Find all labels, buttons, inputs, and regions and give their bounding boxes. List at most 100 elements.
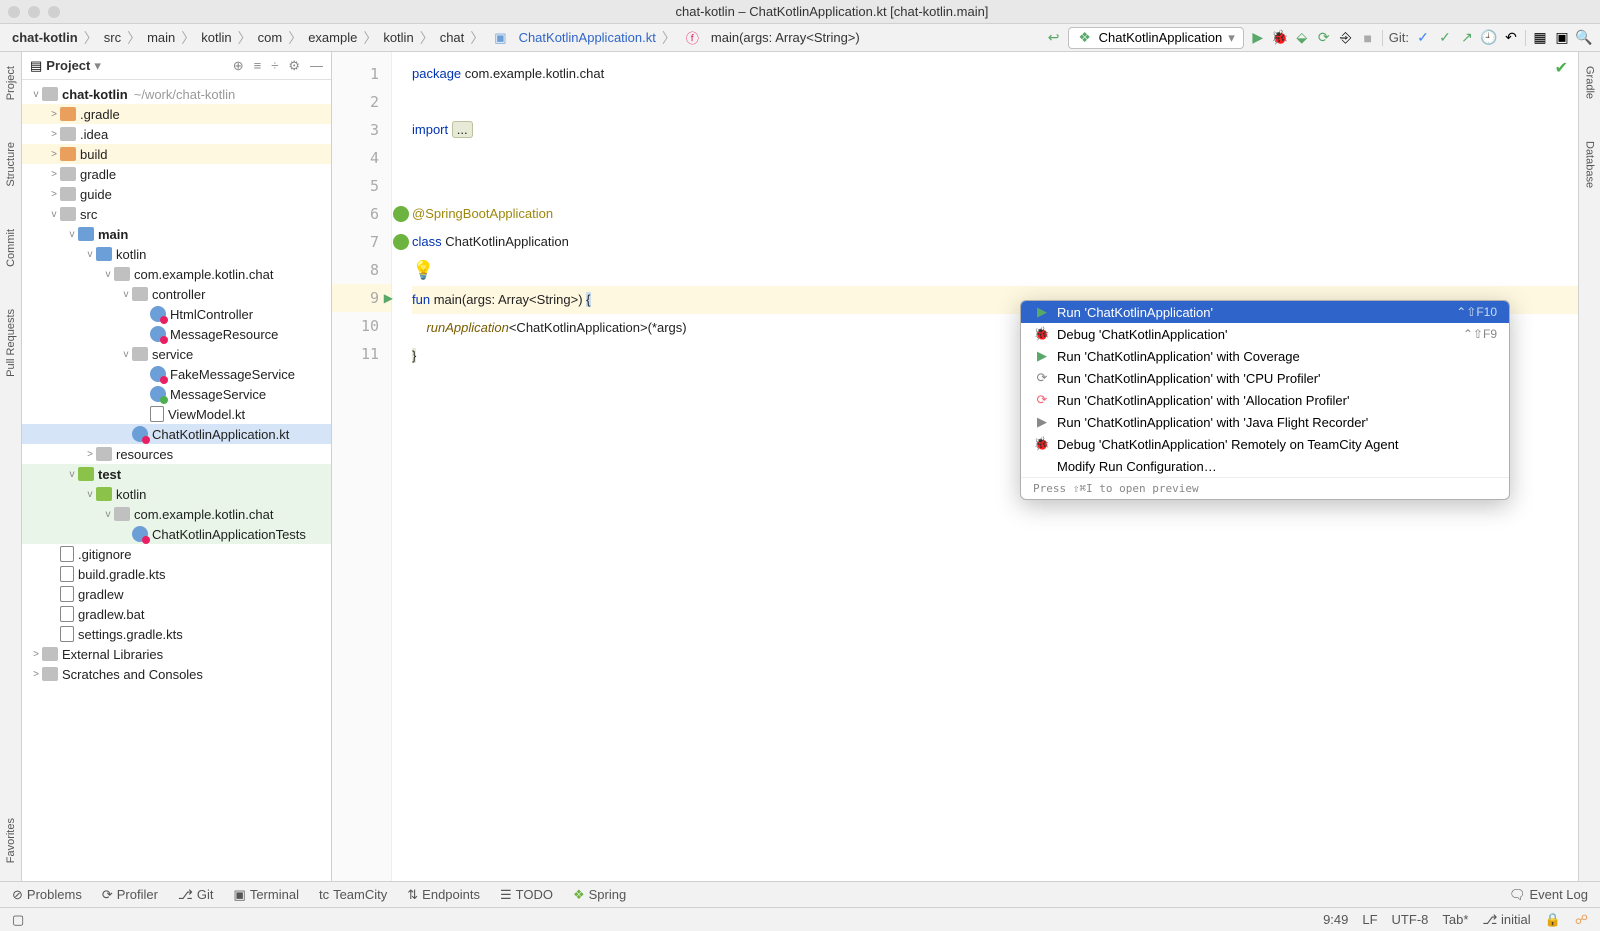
breadcrumb-part[interactable]: src <box>100 30 125 45</box>
line-ending[interactable]: LF <box>1362 912 1377 928</box>
breadcrumb-part[interactable]: main <box>143 30 179 45</box>
menu-item[interactable]: 🐞Debug 'ChatKotlinApplication' Remotely … <box>1021 433 1509 455</box>
expand-all-icon[interactable]: ≡ <box>254 58 262 74</box>
debug-icon[interactable]: 🐞 <box>1272 30 1288 46</box>
tool-favorites[interactable]: Favorites <box>5 812 17 869</box>
breadcrumb-part[interactable]: kotlin <box>197 30 235 45</box>
menu-item[interactable]: ▶Run 'ChatKotlinApplication' with 'Java … <box>1021 411 1509 433</box>
tree-item[interactable]: vtest <box>22 464 331 484</box>
tool-database[interactable]: Database <box>1584 135 1596 194</box>
breadcrumb-method[interactable]: main(args: Array<String>) <box>707 30 864 45</box>
indent[interactable]: Tab* <box>1442 912 1468 928</box>
git-branch[interactable]: ⎇ initial <box>1482 912 1530 928</box>
intention-bulb-icon[interactable]: 💡 <box>412 260 434 280</box>
gutter[interactable]: 123456789▶1011 <box>332 52 392 881</box>
gutter-line[interactable]: 10 <box>332 312 391 340</box>
tool-pull-requests[interactable]: Pull Requests <box>5 303 17 383</box>
minimize-dot[interactable] <box>28 6 40 18</box>
git-commit-icon[interactable]: ✓ <box>1437 30 1453 46</box>
gear-icon[interactable]: ⚙ <box>288 58 300 74</box>
run-config-selector[interactable]: ❖ ChatKotlinApplication ▾ <box>1068 27 1244 49</box>
hide-icon[interactable]: — <box>310 58 323 74</box>
tree-item[interactable]: gradlew.bat <box>22 604 331 624</box>
run-context-menu[interactable]: ▶Run 'ChatKotlinApplication'⌃⇧F10🐞Debug … <box>1020 300 1510 500</box>
menu-item[interactable]: Modify Run Configuration… <box>1021 455 1509 477</box>
tree-item[interactable]: ChatKotlinApplication.kt <box>22 424 331 444</box>
breadcrumb-file[interactable]: ChatKotlinApplication.kt <box>515 30 660 45</box>
tree-item[interactable]: ViewModel.kt <box>22 404 331 424</box>
tree-item[interactable]: >.gradle <box>22 104 331 124</box>
tree-item[interactable]: >External Libraries <box>22 644 331 664</box>
gutter-line[interactable]: 7 <box>332 228 391 256</box>
coverage-icon[interactable]: ⬙ <box>1294 30 1310 46</box>
tree-item[interactable]: vcom.example.kotlin.chat <box>22 264 331 284</box>
back-icon[interactable]: ↩ <box>1046 30 1062 46</box>
tree-item[interactable]: vsrc <box>22 204 331 224</box>
tree-root[interactable]: vchat-kotlin~/work/chat-kotlin <box>22 84 331 104</box>
tree-item[interactable]: vservice <box>22 344 331 364</box>
menu-item[interactable]: 🐞Debug 'ChatKotlinApplication'⌃⇧F9 <box>1021 323 1509 345</box>
tree-item[interactable]: FakeMessageService <box>22 364 331 384</box>
run-icon[interactable]: ▶ <box>1250 30 1266 46</box>
gutter-line[interactable]: 11 <box>332 340 391 368</box>
tree-item[interactable]: >Scratches and Consoles <box>22 664 331 684</box>
ide-icon[interactable]: ▦ <box>1532 30 1548 46</box>
gutter-line[interactable]: 8 <box>332 256 391 284</box>
tree-item[interactable]: >build <box>22 144 331 164</box>
lock-icon[interactable]: 🔒 <box>1545 912 1561 928</box>
problems-tab[interactable]: ⊘Problems <box>12 887 82 903</box>
run-gutter-icon[interactable]: ▶ <box>384 291 393 305</box>
teamcity-tab[interactable]: tcTeamCity <box>319 887 387 902</box>
gutter-line[interactable]: 9▶ <box>332 284 391 312</box>
menu-item[interactable]: ▶Run 'ChatKotlinApplication'⌃⇧F10 <box>1021 301 1509 323</box>
close-dot[interactable] <box>8 6 20 18</box>
tool-commit[interactable]: Commit <box>5 223 17 273</box>
event-log-tab[interactable]: 🗨Event Log <box>1509 887 1588 903</box>
spring-gutter-icon[interactable] <box>393 206 409 222</box>
spring-gutter-icon[interactable] <box>393 234 409 250</box>
tree-item[interactable]: >guide <box>22 184 331 204</box>
todo-tab[interactable]: ☰TODO <box>500 887 553 903</box>
gutter-line[interactable]: 4 <box>332 144 391 172</box>
tree-item[interactable]: >gradle <box>22 164 331 184</box>
encoding[interactable]: UTF-8 <box>1392 912 1429 928</box>
tree-item[interactable]: >.idea <box>22 124 331 144</box>
gutter-line[interactable]: 3 <box>332 116 391 144</box>
breadcrumb-part[interactable]: kotlin <box>379 30 417 45</box>
tree-item[interactable]: >resources <box>22 444 331 464</box>
breadcrumb-part[interactable]: chat-kotlin <box>8 30 82 45</box>
stop-icon[interactable]: ■ <box>1360 30 1376 46</box>
tree-item[interactable]: vkotlin <box>22 244 331 264</box>
tree-item[interactable]: vkotlin <box>22 484 331 504</box>
menu-item[interactable]: ⟳Run 'ChatKotlinApplication' with 'Alloc… <box>1021 389 1509 411</box>
cursor-position[interactable]: 9:49 <box>1323 912 1348 928</box>
git-push-icon[interactable]: ↗ <box>1459 30 1475 46</box>
git-update-icon[interactable]: ✓ <box>1415 30 1431 46</box>
tree-item[interactable]: gradlew <box>22 584 331 604</box>
attach-icon[interactable]: ⎆ <box>1338 30 1354 46</box>
tree-item[interactable]: MessageService <box>22 384 331 404</box>
spring-tab[interactable]: ❖Spring <box>573 887 626 903</box>
menu-item[interactable]: ▶Run 'ChatKotlinApplication' with Covera… <box>1021 345 1509 367</box>
tree-item[interactable]: settings.gradle.kts <box>22 624 331 644</box>
git-revert-icon[interactable]: ↶ <box>1503 30 1519 46</box>
endpoints-tab[interactable]: ⇅Endpoints <box>407 887 480 903</box>
gutter-line[interactable]: 5 <box>332 172 391 200</box>
collapse-all-icon[interactable]: ÷ <box>271 58 278 74</box>
profile-icon[interactable]: ⟳ <box>1316 30 1332 46</box>
git-tab[interactable]: ⎇Git <box>178 887 214 903</box>
chevron-down-icon[interactable]: ▾ <box>94 58 101 74</box>
tree-item[interactable]: vmain <box>22 224 331 244</box>
tool-structure[interactable]: Structure <box>5 136 17 193</box>
gutter-line[interactable]: 1 <box>332 60 391 88</box>
tree-item[interactable]: .gitignore <box>22 544 331 564</box>
terminal-tab[interactable]: ▣Terminal <box>234 887 299 903</box>
tool-project[interactable]: Project <box>5 60 17 106</box>
tree-item[interactable]: vcom.example.kotlin.chat <box>22 504 331 524</box>
inspection-ok-icon[interactable]: ✔ <box>1555 58 1568 78</box>
tree-item[interactable]: MessageResource <box>22 324 331 344</box>
gutter-line[interactable]: 6 <box>332 200 391 228</box>
gutter-line[interactable]: 2 <box>332 88 391 116</box>
git-history-icon[interactable]: 🕘 <box>1481 30 1497 46</box>
import-fold[interactable]: ... <box>452 121 473 138</box>
